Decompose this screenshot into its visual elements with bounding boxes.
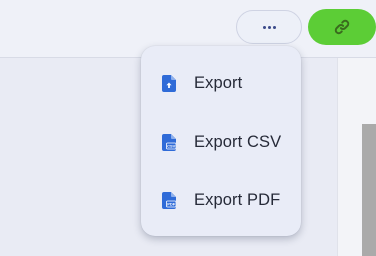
link-icon [334,19,350,35]
menu-item-export-pdf[interactable]: PDF Export PDF [141,180,301,220]
more-options-button[interactable] [236,10,302,44]
more-horizontal-icon [262,25,276,29]
file-pdf-icon: PDF [162,191,176,209]
menu-item-label: Export CSV [194,132,282,151]
menu-item-label: Export [194,73,243,92]
file-upload-icon [162,74,176,92]
svg-text:CSV: CSV [167,143,176,148]
right-panel [337,58,376,256]
copy-link-button[interactable] [308,9,376,45]
svg-text:PDF: PDF [167,201,176,206]
scrollbar[interactable] [362,124,376,256]
file-csv-icon: CSV [162,133,176,151]
export-dropdown-menu: Export CSV Export CSV PDF Export PDF [141,46,301,236]
menu-item-export[interactable]: Export [141,63,301,103]
menu-item-label: Export PDF [194,190,281,209]
menu-item-export-csv[interactable]: CSV Export CSV [141,122,301,162]
